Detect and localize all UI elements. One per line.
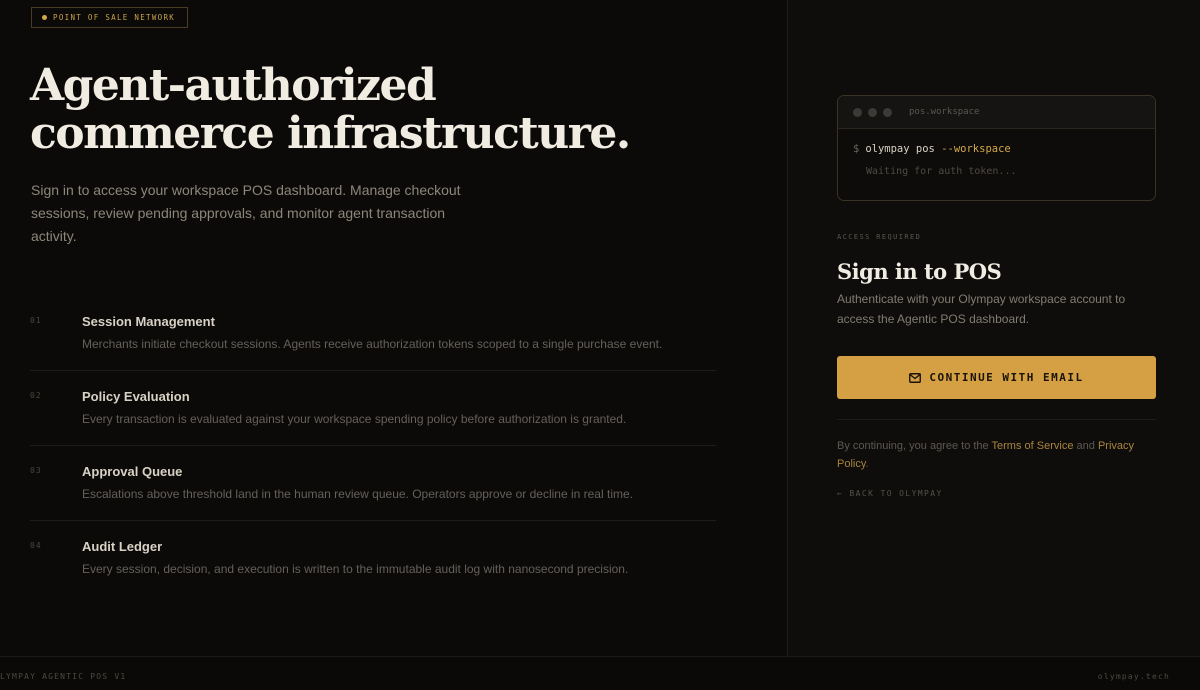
back-to-olympay-link[interactable]: ← BACK TO OLYMPAY — [837, 489, 943, 498]
signin-panel: pos.workspace $ olympay pos --workspace W… — [787, 0, 1200, 656]
terminal-status: Waiting for auth token... — [866, 166, 1017, 177]
feature-item: 04 Audit Ledger Every session, decision,… — [30, 521, 716, 596]
terminal-flag: --workspace — [941, 143, 1011, 155]
feature-description: Every transaction is evaluated against y… — [82, 412, 627, 426]
feature-title: Audit Ledger — [82, 539, 163, 554]
feature-item: 01 Session Management Merchants initiate… — [30, 296, 716, 371]
continue-with-email-label: CONTINUE WITH EMAIL — [929, 371, 1084, 384]
feature-number: 02 — [30, 391, 42, 400]
terms-prefix: By continuing, you agree to the — [837, 440, 989, 452]
terminal-title: pos.workspace — [909, 107, 980, 117]
terminal-body: $ olympay pos --workspace Waiting for aut… — [838, 129, 1155, 191]
mail-icon — [909, 372, 922, 383]
left-panel: POINT OF SALE NETWORK Agent-authorized c… — [0, 0, 787, 656]
window-dot-icon — [883, 107, 892, 117]
feature-title: Session Management — [82, 314, 215, 329]
hero-description: Sign in to access your workspace POS das… — [31, 182, 461, 244]
terminal-titlebar: pos.workspace — [838, 96, 1155, 129]
feature-list: 01 Session Management Merchants initiate… — [30, 296, 716, 596]
badge-label: POINT OF SALE NETWORK — [53, 13, 176, 22]
terminal-prompt: $ — [853, 143, 860, 155]
continue-with-email-button[interactable]: CONTINUE WITH EMAIL — [837, 356, 1156, 399]
divider — [837, 419, 1156, 420]
terms-suffix: . — [865, 457, 869, 470]
window-dot-icon — [853, 107, 862, 117]
signin-title: Sign in to POS — [837, 259, 1002, 284]
hero-title: Agent-authorized commerce infrastructure… — [30, 62, 670, 158]
network-badge: POINT OF SALE NETWORK — [31, 7, 188, 28]
terminal-window: pos.workspace $ olympay pos --workspace W… — [837, 95, 1156, 201]
hero-title-line2: commerce infrastructure. — [30, 108, 631, 159]
feature-description: Every session, decision, and execution i… — [82, 562, 629, 576]
terminal-command-line: $ olympay pos --workspace — [853, 143, 1140, 155]
feature-title: Approval Queue — [82, 464, 183, 479]
terms-of-service-link[interactable]: Terms of Service — [992, 440, 1074, 452]
footer: OLYMPAY AGENTIC POS V1 olympay.tech — [0, 656, 1200, 690]
access-required-label: ACCESS REQUIRED — [837, 233, 922, 241]
feature-description: Escalations above threshold land in the … — [82, 487, 633, 501]
feature-number: 04 — [30, 541, 42, 550]
terminal-command: olympay pos — [865, 143, 935, 155]
terms-text: By continuing, you agree to the Terms of… — [837, 438, 1156, 473]
terms-and: and — [1076, 440, 1095, 452]
feature-number: 01 — [30, 316, 42, 325]
footer-domain: olympay.tech — [1097, 672, 1170, 681]
feature-title: Policy Evaluation — [82, 389, 190, 404]
hero-title-line1: Agent-authorized — [30, 60, 437, 111]
signin-description: Authenticate with your Olympay workspace… — [837, 292, 1126, 326]
feature-number: 03 — [30, 466, 42, 475]
window-dot-icon — [868, 107, 877, 117]
footer-version: OLYMPAY AGENTIC POS V1 — [0, 672, 127, 681]
feature-item: 02 Policy Evaluation Every transaction i… — [30, 371, 716, 446]
feature-item: 03 Approval Queue Escalations above thre… — [30, 446, 716, 521]
feature-description: Merchants initiate checkout sessions. Ag… — [82, 337, 663, 351]
status-dot-icon — [42, 15, 47, 20]
